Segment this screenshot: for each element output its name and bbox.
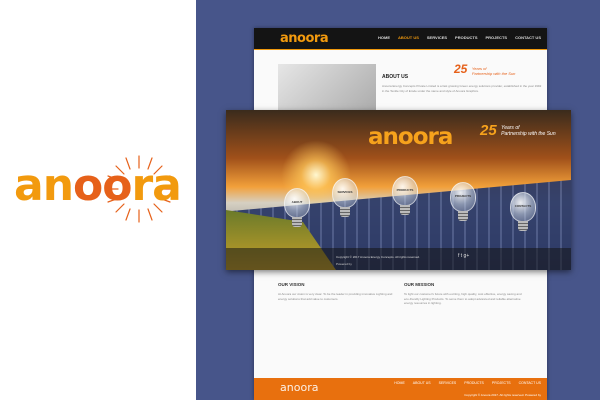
bulb-cap — [292, 217, 302, 227]
wordmark-part: ra — [131, 160, 181, 211]
main-nav: HOME ABOUT US SERVICES PRODUCTS PROJECTS… — [378, 35, 541, 40]
nav-home[interactable]: HOME — [378, 35, 390, 40]
footer-nav-contact[interactable]: CONTACT US — [519, 381, 541, 385]
bulb-label: PRODUCTS — [396, 188, 414, 192]
tagline-number: 25 — [454, 62, 468, 76]
site-header: anoora HOME ABOUT US SERVICES PRODUCTS P… — [254, 28, 547, 50]
banner-tagline: 25 Years of Partnership with the Sun — [480, 122, 556, 140]
nav-projects[interactable]: PROJECTS — [486, 35, 508, 40]
wordmark-part: oo — [293, 381, 308, 394]
nav-about[interactable]: ABOUT US — [398, 35, 419, 40]
wordmark-part: an — [280, 381, 294, 394]
mission-text: To light our customer's future with exci… — [404, 292, 522, 305]
mission-heading: OUR MISSION — [404, 282, 435, 287]
nav-contact[interactable]: CONTACT US — [515, 35, 541, 40]
footer-copyright: Copyright © Anoora 2017. All rights rese… — [464, 393, 541, 397]
banner-logo: anoora — [368, 124, 454, 150]
wordmark-part: an — [14, 160, 74, 211]
brand-logo: anoora — [14, 152, 186, 226]
header-divider — [254, 49, 547, 50]
banner-tagline-text: Years of Partnership with the Sun — [501, 125, 555, 137]
social-icons[interactable]: f t g+ — [458, 253, 469, 259]
bulb-label: ABOUT — [291, 200, 303, 204]
tagline: 25 Years of Partnership with the Sun — [454, 62, 515, 80]
bulb-contacts[interactable]: CONTACTS — [510, 192, 536, 236]
banner-tagline-number: 25 — [480, 122, 497, 139]
bulb-cap — [340, 207, 350, 217]
banner-copyright: Copyright © 2017 Anoora Energy Concepts.… — [336, 255, 420, 259]
vision-heading: OUR VISION — [278, 282, 305, 287]
footer-nav-products[interactable]: PRODUCTS — [464, 381, 484, 385]
nav-services[interactable]: SERVICES — [427, 35, 447, 40]
site-footer: anoora HOME ABOUT US SERVICES PRODUCTS P… — [254, 378, 547, 400]
footer-nav-projects[interactable]: PROJECTS — [492, 381, 511, 385]
powered-by: Powered by — [336, 262, 352, 266]
bulb-label: SERVICES — [337, 190, 353, 194]
bulb-label: CONTACTS — [514, 204, 532, 208]
bulb-products[interactable]: PRODUCTS — [392, 176, 418, 220]
wordmark-part: an — [368, 124, 399, 150]
footer-nav-home[interactable]: HOME — [394, 381, 405, 385]
bulb-projects[interactable]: PROJECTS — [450, 182, 476, 226]
wordmark-part: an — [280, 31, 298, 46]
footer-nav-services[interactable]: SERVICES — [439, 381, 457, 385]
wordmark-part: ra — [427, 124, 454, 150]
footer-nav: HOME ABOUT US SERVICES PRODUCTS PROJECTS… — [394, 381, 541, 385]
site-logo[interactable]: anoora — [280, 31, 329, 46]
banner-footer-bar: Copyright © 2017 Anoora Energy Concepts.… — [226, 248, 571, 270]
about-heading: ABOUT US — [382, 74, 409, 80]
bulb-services[interactable]: SERVICES — [332, 178, 358, 222]
tagline-line: Partnership with the Sun — [501, 131, 556, 137]
bulb-cap — [518, 221, 528, 231]
bulb-about[interactable]: ABOUT — [284, 188, 310, 232]
bulb-label: PROJECTS — [454, 194, 472, 198]
bulb-cap — [400, 205, 410, 215]
hero-banner: anoora 25 Years of Partnership with the S… — [226, 110, 571, 270]
wordmark-part: ra — [307, 381, 319, 394]
tagline-line: Partnership with the Sun — [471, 71, 516, 76]
wordmark-part: oo — [297, 31, 314, 46]
about-text: Anoora Energy Concepts Private Limited i… — [382, 84, 542, 93]
wordmark-part: oo — [397, 124, 429, 150]
nav-products[interactable]: PRODUCTS — [455, 35, 477, 40]
wordmark-accent: oo — [73, 160, 132, 211]
vision-text: At Anoora our vision is very clear. To b… — [278, 292, 393, 301]
brand-wordmark: anoora — [14, 160, 182, 211]
footer-nav-about[interactable]: ABOUT US — [413, 381, 431, 385]
tagline-text: Years of Partnership with the Sun — [472, 66, 516, 76]
bulb-cap — [458, 211, 468, 221]
logo-panel: anoora — [0, 0, 196, 400]
footer-logo[interactable]: anoora — [280, 381, 318, 394]
wordmark-part: ra — [313, 31, 329, 46]
